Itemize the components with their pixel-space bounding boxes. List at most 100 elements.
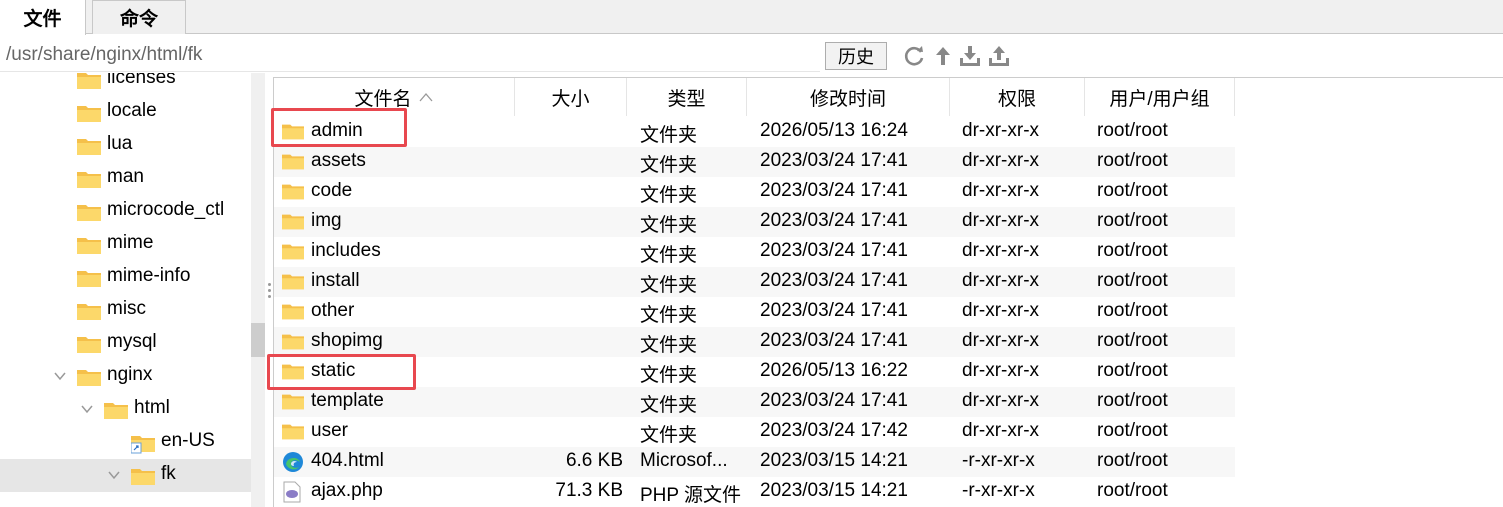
tree-item-mime-info[interactable]: mime-info [0,261,251,294]
up-arrow-icon[interactable] [931,44,955,68]
upload-icon[interactable] [987,44,1011,68]
file-owner: root/root [1097,180,1168,201]
tree-item-locale[interactable]: locale [0,96,251,129]
folder-icon [282,244,304,260]
sort-ascending-icon [419,93,432,102]
tree-item-nginx[interactable]: nginx [0,360,251,393]
folder-link-icon [131,436,155,454]
file-modified: 2023/03/24 17:41 [760,180,908,201]
file-name: includes [311,240,381,261]
path-underline [0,71,820,72]
folder-icon [77,172,101,188]
folder-icon [77,271,101,287]
column-header-modified[interactable]: 修改时间 [747,78,950,116]
file-row[interactable]: user 文件夹 2023/03/24 17:42 dr-xr-xr-x roo… [274,417,1235,447]
file-name: user [311,420,348,441]
file-owner: root/root [1097,300,1168,321]
history-button[interactable]: 历史 [825,42,887,70]
tree-item-label: fk [161,463,176,484]
file-type: 文件夹 [640,275,698,296]
tree-scrollbar-thumb[interactable] [251,323,265,357]
tree-item-licenses[interactable]: licenses [0,73,251,96]
file-row[interactable]: img 文件夹 2023/03/24 17:41 dr-xr-xr-x root… [274,207,1235,237]
tree-item-lua[interactable]: lua [0,129,251,162]
file-row[interactable]: code 文件夹 2023/03/24 17:41 dr-xr-xr-x roo… [274,177,1235,207]
tab-files[interactable]: 文件 [0,0,86,35]
file-permissions: dr-xr-xr-x [962,240,1040,261]
folder-icon [77,370,101,386]
file-permissions: -r-xr-xr-x [962,450,1035,471]
file-name: assets [311,150,366,171]
highlight-box-static [267,354,416,390]
tree-item-microcode-ctl[interactable]: microcode_ctl [0,195,251,228]
folder-icon [282,424,304,440]
file-owner: root/root [1097,150,1168,171]
file-name: 404.html [311,450,384,471]
folder-icon [282,154,304,170]
tree-item-label: nginx [107,364,153,385]
tree-item-mysql[interactable]: mysql [0,327,251,360]
path-field[interactable]: /usr/share/nginx/html/fk [6,44,202,66]
file-permissions: dr-xr-xr-x [962,330,1040,351]
file-modified: 2023/03/24 17:41 [760,150,908,171]
tree-item-en-us[interactable]: en-US [0,426,251,459]
file-name: shopimg [311,330,383,351]
file-permissions: dr-xr-xr-x [962,120,1040,141]
folder-icon [77,304,101,320]
tree-item-label: microcode_ctl [107,199,225,220]
chevron-down-icon[interactable] [107,468,121,482]
file-row[interactable]: ajax.php 71.3 KB PHP 源文件 2023/03/15 14:2… [274,477,1235,507]
tree-item-label: mime-info [107,265,191,286]
tab-commands[interactable]: 命令 [92,0,186,34]
file-permissions: dr-xr-xr-x [962,390,1040,411]
column-header-size[interactable]: 大小 [515,78,627,116]
folder-icon [282,184,304,200]
file-owner: root/root [1097,420,1168,441]
file-owner: root/root [1097,210,1168,231]
tree-item-html[interactable]: html [0,393,251,426]
tree-item-label: man [107,166,144,187]
file-row[interactable]: static 文件夹 2026/05/13 16:22 dr-xr-xr-x r… [274,357,1235,387]
file-owner: root/root [1097,270,1168,291]
refresh-icon[interactable] [902,44,926,68]
file-row[interactable]: admin 文件夹 2026/05/13 16:24 dr-xr-xr-x ro… [274,117,1235,147]
file-type: 文件夹 [640,365,698,386]
file-modified: 2023/03/24 17:41 [760,270,908,291]
tree-item-fk[interactable]: fk [0,459,251,492]
tree-scrollbar[interactable] [251,73,265,507]
column-header-permissions[interactable]: 权限 [950,78,1085,116]
file-size: 6.6 KB [565,450,623,471]
column-header-type[interactable]: 类型 [627,78,747,116]
file-row[interactable]: other 文件夹 2023/03/24 17:41 dr-xr-xr-x ro… [274,297,1235,327]
file-row[interactable]: 404.html 6.6 KB Microsof... 2023/03/15 1… [274,447,1235,477]
tree-item-label: locale [107,100,157,121]
chevron-down-icon[interactable] [53,369,67,383]
tree-item-man[interactable]: man [0,162,251,195]
file-owner: root/root [1097,390,1168,411]
column-header-owner[interactable]: 用户/用户组 [1085,78,1235,116]
edge-browser-icon [283,452,303,472]
file-permissions: dr-xr-xr-x [962,180,1040,201]
file-row[interactable]: assets 文件夹 2023/03/24 17:41 dr-xr-xr-x r… [274,147,1235,177]
file-name: img [311,210,342,231]
tree-item-label: lua [107,133,133,154]
folder-icon [282,394,304,410]
tree-item-mime[interactable]: mime [0,228,251,261]
file-permissions: dr-xr-xr-x [962,300,1040,321]
file-row[interactable]: install 文件夹 2023/03/24 17:41 dr-xr-xr-x … [274,267,1235,297]
download-icon[interactable] [958,44,982,68]
splitter-handle[interactable] [268,283,272,301]
file-type: 文件夹 [640,395,698,416]
file-owner: root/root [1097,450,1168,471]
file-modified: 2023/03/24 17:41 [760,390,908,411]
chevron-down-icon[interactable] [80,402,94,416]
file-row[interactable]: shopimg 文件夹 2023/03/24 17:41 dr-xr-xr-x … [274,327,1235,357]
file-row[interactable]: template 文件夹 2023/03/24 17:41 dr-xr-xr-x… [274,387,1235,417]
tree-item-misc[interactable]: misc [0,294,251,327]
file-modified: 2023/03/24 17:41 [760,240,908,261]
file-type: 文件夹 [640,335,698,356]
file-type: 文件夹 [640,215,698,236]
folder-icon [77,337,101,353]
column-label: 文件名 [354,88,412,110]
file-row[interactable]: includes 文件夹 2023/03/24 17:41 dr-xr-xr-x… [274,237,1235,267]
